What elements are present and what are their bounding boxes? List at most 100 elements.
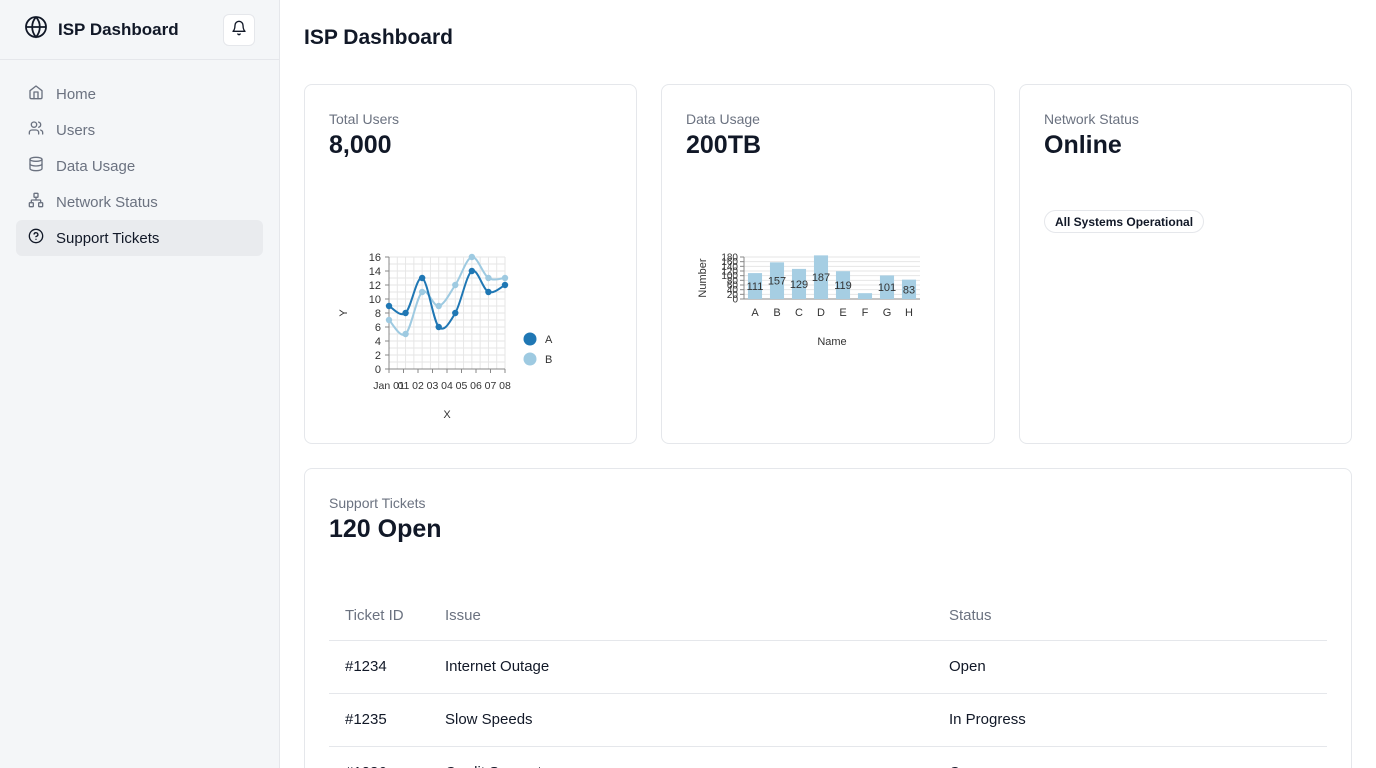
y-tick-label: 8: [375, 308, 381, 320]
x-axis-label: Name: [817, 336, 846, 348]
x-tick-label: 02: [412, 380, 424, 392]
data-usage-card: Data Usage 200TB 0 20 40 60 80 100 120 140 160 18…: [661, 84, 995, 444]
sidebar-header: ISP Dashboard: [0, 0, 279, 60]
column-header-ticket-id: Ticket ID: [329, 591, 429, 641]
sidebar: ISP Dashboard Home Users Data Usage Netw…: [0, 0, 280, 768]
data-point-b: [468, 253, 476, 261]
status-cell: Open: [933, 640, 1327, 694]
legend-label-b: B: [545, 354, 552, 366]
x-tick-label: B: [773, 307, 780, 319]
y-axis-label: Number: [697, 258, 709, 297]
x-tick-label: 03: [427, 380, 439, 392]
bar-data-label: 101: [878, 282, 896, 294]
sidebar-item-label: Network Status: [56, 193, 158, 211]
y-tick-label: 2: [375, 350, 381, 362]
data-point-a: [452, 309, 459, 317]
sidebar-item-data-usage[interactable]: Data Usage: [16, 148, 263, 184]
bar-f: [857, 293, 873, 299]
card-value: 120 Open: [329, 515, 442, 543]
card-label: Network Status: [1044, 111, 1139, 127]
x-tick-label: 05: [456, 380, 468, 392]
status-cell: In Progress: [933, 693, 1327, 747]
sidebar-item-users[interactable]: Users: [16, 112, 263, 148]
tickets-table: Ticket ID Issue Status #1234 Internet Ou…: [329, 591, 1327, 768]
sidebar-item-label: Users: [56, 121, 96, 139]
network-icon: [28, 192, 44, 212]
x-tick-label: 07: [485, 380, 497, 392]
x-tick-label: C: [795, 307, 803, 319]
ticket-id-cell: #1235: [329, 693, 429, 747]
brand[interactable]: ISP Dashboard: [24, 15, 179, 44]
y-tick-label: 180: [721, 253, 738, 264]
data-point-b: [385, 316, 393, 324]
data-point-b: [402, 330, 409, 338]
legend-marker-a: [523, 332, 537, 346]
sidebar-item-support-tickets[interactable]: Support Tickets: [16, 220, 263, 256]
data-point-b: [485, 274, 492, 282]
table-row[interactable]: #1234 Internet Outage Open: [329, 640, 1327, 694]
database-icon: [28, 156, 44, 176]
sidebar-item-label: Home: [56, 85, 97, 103]
card-value: Online: [1044, 131, 1122, 159]
x-axis-label: X: [443, 409, 451, 421]
data-point-b: [418, 288, 426, 296]
data-point-b: [435, 302, 442, 310]
main-content: ISP Dashboard Total Users 8,000 0 2 4 6 8 10 1…: [280, 0, 1376, 768]
users-icon: [28, 120, 44, 140]
data-point-a: [402, 309, 409, 317]
x-tick-label: D: [817, 307, 825, 319]
x-tick-label: 06: [470, 380, 482, 392]
home-icon: [28, 84, 44, 104]
network-status-card: Network Status Online All Systems Operat…: [1019, 84, 1352, 444]
column-header-issue: Issue: [429, 591, 933, 641]
total-users-card: Total Users 8,000 0 2 4 6 8 10 12 14 16 Jan 01 01 0…: [304, 84, 637, 444]
support-tickets-card: Support Tickets 120 Open Ticket ID Issue…: [304, 468, 1352, 768]
y-tick-label: 0: [375, 364, 381, 376]
bar-data-label: 83: [903, 284, 915, 296]
data-point-a: [435, 323, 442, 331]
y-tick-label: 16: [369, 252, 381, 264]
users-line-chart: 0246810121416Jan 0101 02 03 04 05 06 07 08XYAB: [338, 252, 553, 421]
x-tick-label: 01: [398, 380, 410, 392]
notifications-button[interactable]: [223, 14, 255, 46]
ticket-id-cell: #1234: [329, 640, 429, 694]
x-tick-label: 08: [499, 380, 511, 392]
issue-cell: Slow Speeds: [429, 693, 933, 747]
help-circle-icon: [28, 228, 44, 248]
x-tick-label: H: [905, 307, 913, 319]
legend-label-a: A: [545, 334, 553, 346]
legend-marker-b: [523, 352, 537, 366]
ticket-id-cell: #1236: [329, 746, 429, 768]
status-cell: Open: [933, 746, 1327, 768]
sidebar-item-label: Support Tickets: [56, 229, 160, 247]
sidebar-item-home[interactable]: Home: [16, 76, 263, 112]
sidebar-nav: Home Users Data Usage Network Status Sup…: [0, 60, 279, 272]
bar-data-label: 111: [747, 281, 764, 293]
bar-data-label: 157: [768, 276, 786, 288]
sidebar-item-network-status[interactable]: Network Status: [16, 184, 263, 220]
data-point-a: [418, 274, 426, 282]
globe-icon: [24, 15, 48, 44]
column-header-status: Status: [933, 591, 1327, 641]
x-tick-label: F: [862, 307, 869, 319]
bar-data-label: 187: [812, 272, 830, 284]
x-tick-label: A: [751, 307, 759, 319]
brand-title: ISP Dashboard: [58, 19, 179, 39]
y-tick-label: 12: [369, 280, 381, 292]
bell-icon: [231, 20, 247, 41]
data-point-a: [485, 288, 492, 296]
data-point-b: [501, 274, 509, 282]
issue-cell: Internet Outage: [429, 640, 933, 694]
table-row[interactable]: #1235 Slow Speeds In Progress: [329, 693, 1327, 747]
data-point-a: [385, 302, 393, 310]
bar-data-label: 129: [790, 279, 808, 291]
y-tick-label: 10: [369, 294, 381, 306]
table-row[interactable]: #1236 Credit Support Open: [329, 746, 1327, 768]
y-tick-label: 4: [375, 336, 381, 348]
data-point-a: [468, 267, 476, 275]
y-axis-label: Y: [338, 309, 350, 317]
data-point-a: [501, 281, 509, 289]
data-usage-bar-chart: 020406080100120140160180111A157B129C187D…: [697, 253, 920, 348]
x-tick-label: G: [883, 307, 892, 319]
x-tick-label: E: [839, 307, 846, 319]
